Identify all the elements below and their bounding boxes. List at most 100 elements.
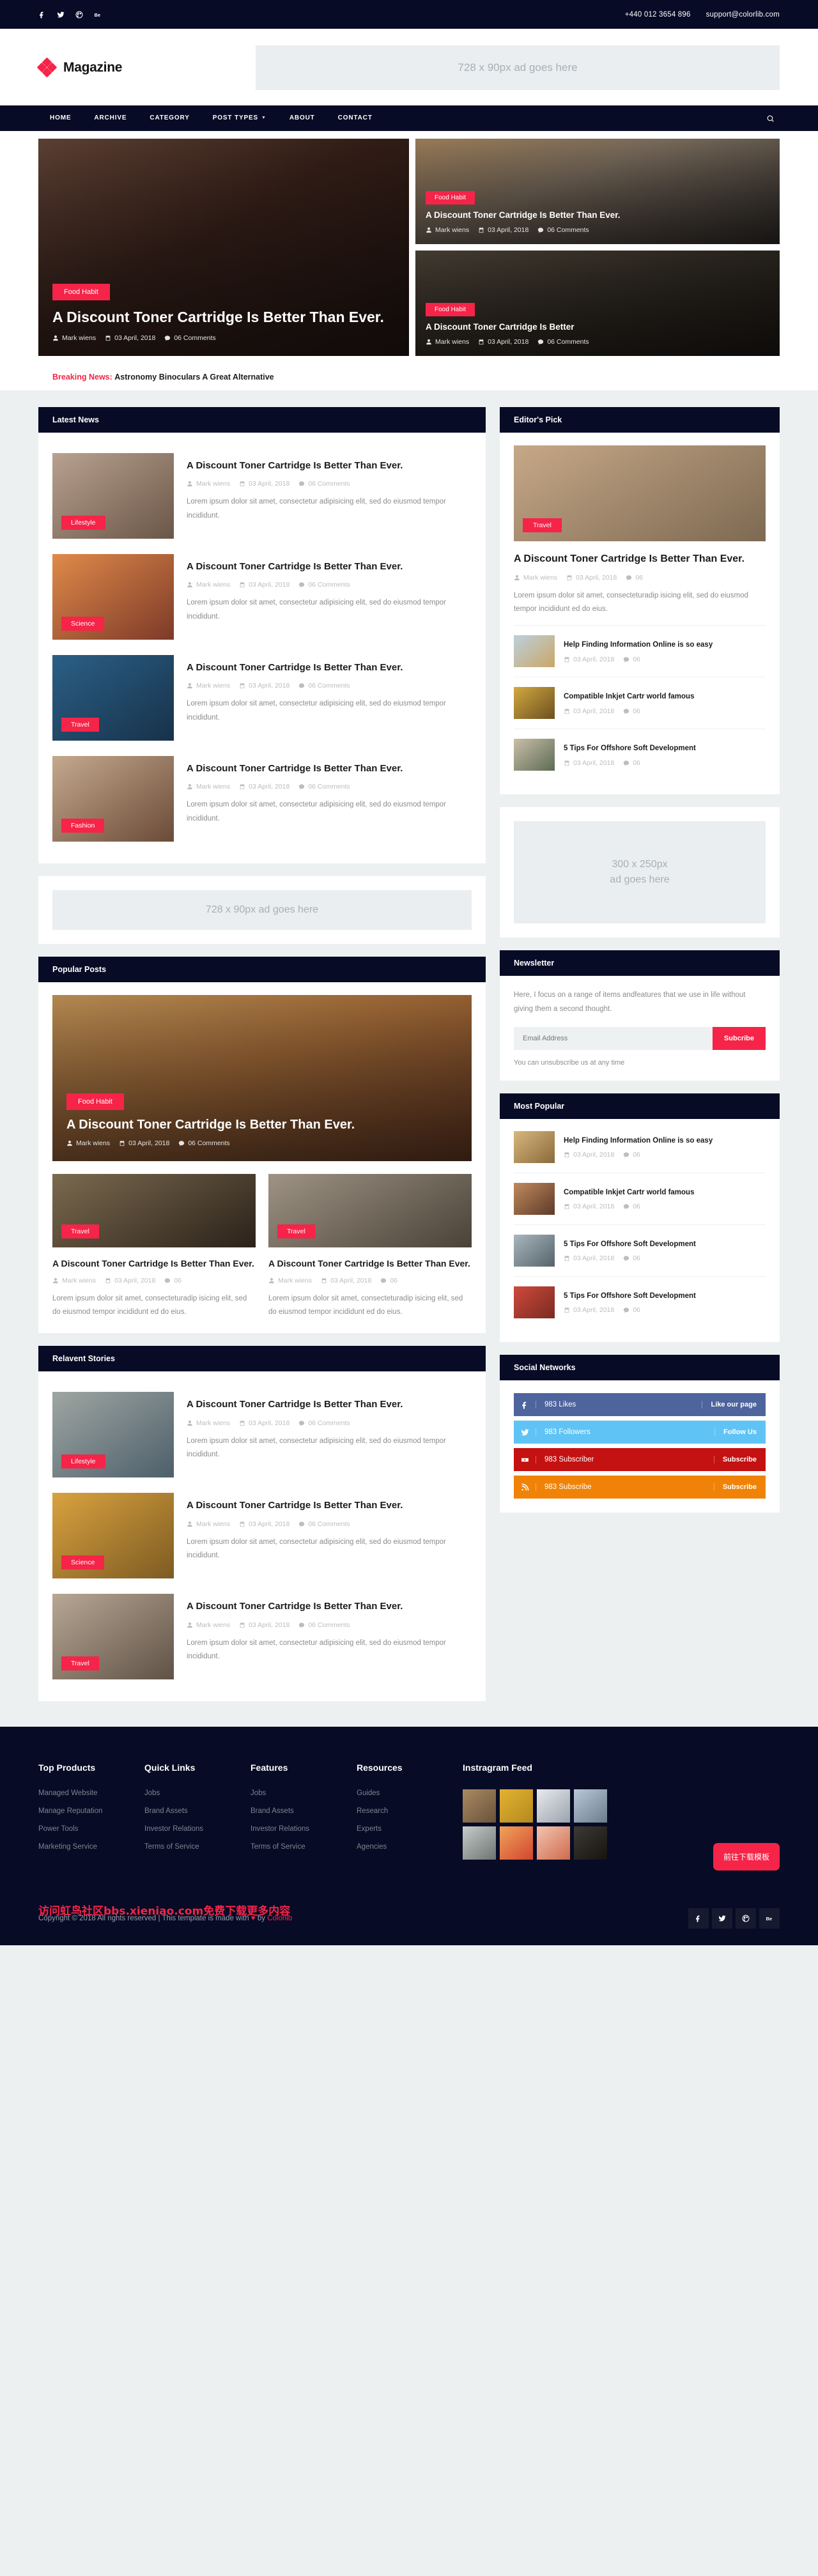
- newsletter-email-input[interactable]: [514, 1027, 713, 1051]
- footer-link[interactable]: Manage Reputation: [38, 1807, 130, 1815]
- site-logo[interactable]: Magazine: [36, 57, 256, 78]
- twitter-icon[interactable]: [57, 11, 65, 19]
- category-badge[interactable]: Food Habit: [52, 284, 110, 301]
- behance-icon[interactable]: Be: [759, 1908, 780, 1929]
- list-item[interactable]: Help Finding Information Online is so ea…: [514, 1122, 766, 1173]
- popular-featured-card[interactable]: Food Habit A Discount Toner Cartridge Is…: [52, 995, 472, 1161]
- social-action[interactable]: Subscribe: [713, 1456, 766, 1464]
- meta-comments: 06 Comments: [298, 682, 350, 690]
- hero-side-card[interactable]: Food Habit A Discount Toner Cartridge Is…: [415, 139, 780, 244]
- facebook-icon[interactable]: [688, 1908, 709, 1929]
- footer-link[interactable]: Investor Relations: [144, 1825, 236, 1833]
- social-action[interactable]: Follow Us: [714, 1428, 766, 1437]
- category-badge[interactable]: Science: [61, 617, 105, 631]
- social-action[interactable]: Subscribe: [713, 1483, 766, 1492]
- footer-link[interactable]: Experts: [357, 1825, 449, 1833]
- social-row-twitter[interactable]: 983 Followers Follow Us: [514, 1421, 766, 1444]
- dribbble-icon[interactable]: [75, 11, 83, 19]
- list-item[interactable]: 5 Tips For Offshore Soft Development 03 …: [514, 729, 766, 780]
- nav-item-home[interactable]: HOME: [38, 105, 82, 131]
- nav-label: ARCHIVE: [94, 114, 127, 121]
- category-badge[interactable]: Food Habit: [426, 302, 475, 316]
- list-item[interactable]: Lifestyle A Discount Toner Cartridge Is …: [52, 445, 472, 546]
- download-template-button[interactable]: 前往下载模板: [713, 1843, 780, 1871]
- list-item[interactable]: 5 Tips For Offshore Soft Development 03 …: [514, 1224, 766, 1276]
- instagram-thumb[interactable]: [463, 1826, 496, 1860]
- category-badge[interactable]: Travel: [61, 718, 99, 732]
- footer-link[interactable]: Investor Relations: [251, 1825, 343, 1833]
- breaking-news-bar[interactable]: Breaking News: Astronomy Binoculars A Gr…: [38, 364, 780, 390]
- footer-link[interactable]: Jobs: [144, 1789, 236, 1797]
- instagram-thumb[interactable]: [500, 1789, 533, 1823]
- list-item[interactable]: Science A Discount Toner Cartridge Is Be…: [52, 1485, 472, 1586]
- behance-icon[interactable]: Be: [94, 11, 102, 19]
- editors-pick-featured[interactable]: A Discount Toner Cartridge Is Better Tha…: [514, 541, 766, 616]
- footer-link[interactable]: Research: [357, 1807, 449, 1815]
- category-badge[interactable]: Lifestyle: [61, 1454, 105, 1469]
- popular-post-item[interactable]: Travel A Discount Toner Cartridge Is Bet…: [52, 1174, 256, 1319]
- footer-link[interactable]: Terms of Service: [251, 1843, 343, 1851]
- search-icon[interactable]: [766, 114, 780, 123]
- newsletter-subscribe-button[interactable]: Subcribe: [712, 1027, 766, 1051]
- footer-link[interactable]: Agencies: [357, 1843, 449, 1851]
- list-item[interactable]: 5 Tips For Offshore Soft Development 03 …: [514, 1276, 766, 1328]
- instagram-thumb[interactable]: [537, 1789, 570, 1823]
- footer-link[interactable]: Brand Assets: [251, 1807, 343, 1815]
- social-action[interactable]: Like our page: [702, 1401, 766, 1409]
- social-row-rss[interactable]: 983 Subscribe Subscribe: [514, 1476, 766, 1499]
- nav-item-category[interactable]: CATEGORY: [138, 105, 201, 131]
- category-badge[interactable]: Food Habit: [66, 1093, 124, 1110]
- instagram-thumb[interactable]: [574, 1789, 607, 1823]
- list-item[interactable]: Fashion A Discount Toner Cartridge Is Be…: [52, 748, 472, 849]
- dribbble-icon[interactable]: [736, 1908, 756, 1929]
- footer-link[interactable]: Terms of Service: [144, 1843, 236, 1851]
- instagram-thumb[interactable]: [574, 1826, 607, 1860]
- social-row-facebook[interactable]: 983 Likes Like our page: [514, 1393, 766, 1417]
- footer-link[interactable]: Power Tools: [38, 1825, 130, 1833]
- instagram-thumb[interactable]: [463, 1789, 496, 1823]
- category-badge[interactable]: Travel: [277, 1224, 315, 1238]
- instagram-thumb[interactable]: [537, 1826, 570, 1860]
- instagram-thumb[interactable]: [500, 1826, 533, 1860]
- post-title: Compatible Inkjet Cartr world famous: [564, 1188, 695, 1196]
- facebook-icon[interactable]: [38, 11, 46, 19]
- list-item[interactable]: Science A Discount Toner Cartridge Is Be…: [52, 546, 472, 647]
- meta-date: 03 April, 2018: [239, 783, 289, 791]
- list-item[interactable]: Compatible Inkjet Cartr world famous 03 …: [514, 677, 766, 729]
- nav-item-post-types[interactable]: POST TYPES ▼: [201, 105, 278, 131]
- most-popular-header: Most Popular: [500, 1093, 780, 1120]
- footer-link[interactable]: Guides: [357, 1789, 449, 1797]
- footer-link[interactable]: Marketing Service: [38, 1843, 130, 1851]
- list-item[interactable]: Travel A Discount Toner Cartridge Is Bet…: [52, 647, 472, 748]
- nav-item-archive[interactable]: ARCHIVE: [82, 105, 138, 131]
- hero-featured-card[interactable]: Food Habit A Discount Toner Cartridge Is…: [38, 139, 409, 356]
- footer-link[interactable]: Managed Website: [38, 1789, 130, 1797]
- category-badge[interactable]: Food Habit: [426, 190, 475, 204]
- nav-item-contact[interactable]: CONTACT: [327, 105, 384, 131]
- category-badge[interactable]: Science: [61, 1555, 105, 1570]
- popular-post-item[interactable]: Travel A Discount Toner Cartridge Is Bet…: [268, 1174, 472, 1319]
- category-badge[interactable]: Lifestyle: [61, 516, 105, 530]
- social-row-youtube[interactable]: 983 Subscriber Subscribe: [514, 1448, 766, 1472]
- post-meta: Mark wiens 03 April, 2018 06: [52, 1277, 256, 1284]
- category-badge[interactable]: Travel: [61, 1224, 99, 1238]
- list-item[interactable]: Travel A Discount Toner Cartridge Is Bet…: [52, 1586, 472, 1687]
- category-badge[interactable]: Travel: [523, 518, 562, 532]
- meta-date: 03 April, 2018: [564, 1151, 614, 1159]
- footer-link[interactable]: Brand Assets: [144, 1807, 236, 1815]
- sidebar-ad-banner[interactable]: 300 x 250px ad goes here: [514, 821, 766, 924]
- category-badge[interactable]: Travel: [61, 1656, 99, 1671]
- footer-link[interactable]: Jobs: [251, 1789, 343, 1797]
- list-item[interactable]: Compatible Inkjet Cartr world famous 03 …: [514, 1173, 766, 1224]
- twitter-icon[interactable]: [712, 1908, 732, 1929]
- list-item[interactable]: Help Finding Information Online is so ea…: [514, 625, 766, 677]
- nav-item-about[interactable]: ABOUT: [278, 105, 327, 131]
- post-excerpt: Lorem ipsum dolor sit amet, consectetura…: [52, 1294, 247, 1316]
- top-ad-banner[interactable]: 728 x 90px ad goes here: [256, 45, 780, 90]
- middle-ad-banner[interactable]: 728 x 90px ad goes here: [52, 890, 472, 930]
- list-item[interactable]: Lifestyle A Discount Toner Cartridge Is …: [52, 1384, 472, 1485]
- category-badge[interactable]: Fashion: [61, 819, 105, 833]
- hero-side-card[interactable]: Food Habit A Discount Toner Cartridge Is…: [415, 251, 780, 356]
- editors-pick-image[interactable]: Travel: [514, 445, 766, 541]
- post-excerpt: Lorem ipsum dolor sit amet, consectetur …: [187, 700, 446, 721]
